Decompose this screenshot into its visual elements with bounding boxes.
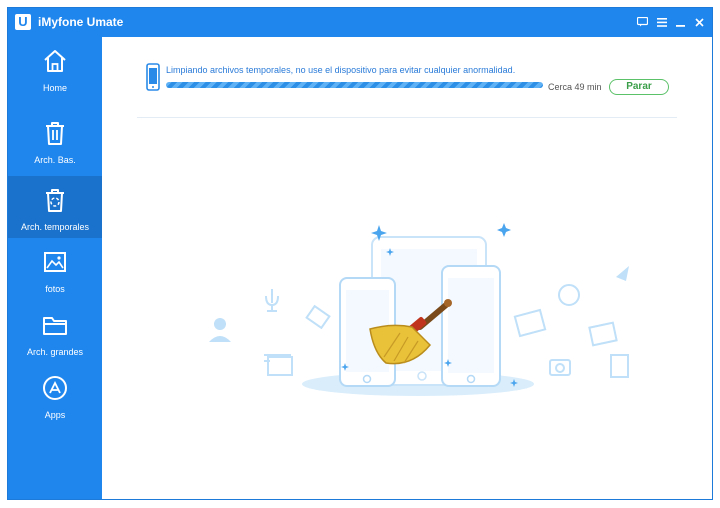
document-icon xyxy=(610,354,629,378)
sidebar-item-label: Arch. temporales xyxy=(20,222,90,232)
sidebar-item-home[interactable]: Home xyxy=(8,37,102,99)
microphone-icon xyxy=(265,289,279,312)
sidebar-item-arch-grandes[interactable]: Arch. grandes xyxy=(8,301,102,363)
video-icon xyxy=(513,308,547,338)
photo-icon xyxy=(44,252,66,272)
sidebar-item-apps[interactable]: Apps xyxy=(8,364,102,426)
trash-icon xyxy=(46,122,64,145)
contact-icon xyxy=(214,318,226,330)
temp-files-icon xyxy=(46,189,64,212)
close-icon[interactable] xyxy=(693,14,706,30)
feedback-icon[interactable] xyxy=(636,14,649,30)
app-logo: U xyxy=(15,14,31,30)
title-bar: U iMyfone Umate xyxy=(8,8,712,37)
sidebar-item-arch-bas[interactable]: Arch. Bas. xyxy=(8,109,102,171)
cleaning-illustration xyxy=(209,223,629,396)
pin-icon xyxy=(616,266,629,281)
sidebar-item-fotos[interactable]: fotos xyxy=(8,238,102,300)
minimize-icon[interactable] xyxy=(674,14,687,30)
sidebar-item-label: Apps xyxy=(44,410,66,420)
image-icon xyxy=(588,321,618,347)
sidebar-item-label: Home xyxy=(42,83,67,93)
app-title: iMyfone Umate xyxy=(38,15,124,29)
files-icon xyxy=(267,356,293,376)
main-panel: Limpiando archivos temporales, no use el… xyxy=(102,37,712,499)
folder-icon xyxy=(43,317,67,335)
sidebar-item-label: fotos xyxy=(45,284,65,294)
mail-icon xyxy=(305,304,331,330)
menu-icon[interactable] xyxy=(655,14,668,30)
app-store-icon xyxy=(43,376,67,400)
sidebar-item-label: Arch. Bas. xyxy=(34,155,76,165)
home-icon xyxy=(44,50,66,72)
sidebar-item-label: Arch. grandes xyxy=(26,347,84,357)
sidebar-item-arch-temporales[interactable]: Arch. temporales xyxy=(8,176,102,238)
sidebar: Home Arch. Bas. Arch. temporales fotos A… xyxy=(8,37,102,499)
app-window: U iMyfone Umate Home Arch. Bas. Arch. te… xyxy=(7,7,713,500)
music-icon xyxy=(558,284,580,306)
